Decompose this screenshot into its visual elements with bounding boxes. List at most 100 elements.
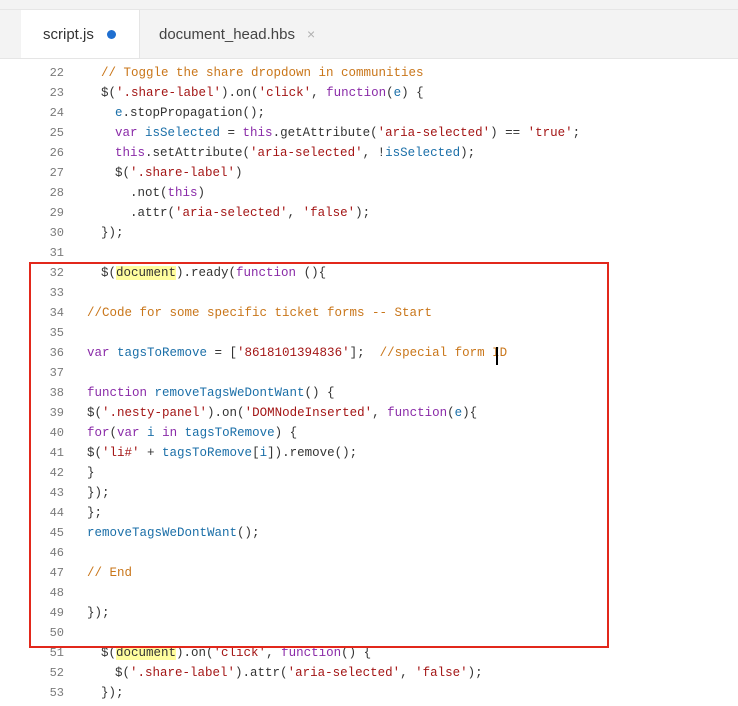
code-line[interactable]: 43}); [0,483,738,503]
code-line[interactable]: 40 for(var i in tagsToRemove) { [0,423,738,443]
close-tab-icon[interactable]: × [307,26,315,42]
code-token: 'click' [213,646,267,660]
line-number: 40 [49,426,64,440]
code-token: '.share-label' [130,666,236,680]
line-number: 27 [49,166,64,180]
code-text: $('.nesty-panel').on('DOMNodeInserted', … [87,403,477,423]
code-text: }); [87,483,110,503]
code-line[interactable]: 28 .not(this) [0,183,738,203]
code-token: this [115,146,146,160]
code-token: var [117,426,148,440]
code-line[interactable]: 47 // End [0,563,738,583]
code-token: e [393,86,402,100]
code-line[interactable]: 26 this.setAttribute('aria-selected', !is… [0,143,738,163]
code-line[interactable]: 48 [0,583,738,603]
code-token: isSelected [385,146,461,160]
code-token: $( [87,406,103,420]
code-line[interactable]: 30}); [0,223,738,243]
code-line[interactable]: 50 [0,623,738,643]
code-line[interactable]: 33 [0,283,738,303]
code-token: () { [341,646,372,660]
code-token: tagsToRemove [162,446,253,460]
tab-script-js[interactable]: script.js [21,10,140,58]
line-number: 37 [49,366,64,380]
code-line[interactable]: 31 [0,243,738,263]
code-token: ).ready( [176,266,237,280]
code-token: ) [197,186,206,200]
code-text: $('li#' + tagsToRemove[i]).remove(); [87,443,357,463]
code-line[interactable]: 46 [0,543,738,563]
code-text: for(var i in tagsToRemove) { [87,423,297,443]
line-number: 33 [49,286,64,300]
code-token: .getAttribute( [272,126,378,140]
code-token: function [387,406,448,420]
line-number: 49 [49,606,64,620]
tab-label: script.js [43,25,94,43]
code-token: }); [101,226,124,240]
code-token: this [242,126,273,140]
line-number: 26 [49,146,64,160]
code-line[interactable]: 29 .attr('aria-selected', 'false'); [0,203,738,223]
code-token: , [372,406,388,420]
code-token: [ [252,446,260,460]
tab-document-head-hbs[interactable]: document_head.hbs × [140,10,340,58]
code-line[interactable]: 24 e.stopPropagation(); [0,103,738,123]
code-line[interactable]: 44}; [0,503,738,523]
code-token: $( [101,646,117,660]
code-token: var [87,346,118,360]
code-token: tagsToRemove [117,346,208,360]
code-token: 'aria-selected' [250,146,363,160]
code-token: //Code for some specific ticket forms --… [87,306,433,320]
code-editor[interactable]: 22 // Toggle the share dropdown in commun… [0,59,738,706]
line-number: 30 [49,226,64,240]
code-token: function [281,646,342,660]
code-text: $('.share-label').attr('aria-selected', … [115,663,483,683]
line-number: 38 [49,386,64,400]
line-number: 53 [49,686,64,700]
code-token: removeTagsWeDontWant [87,526,238,540]
code-line[interactable]: 53}); [0,683,738,703]
code-line[interactable]: 39 $('.nesty-panel').on('DOMNodeInserted'… [0,403,738,423]
code-line[interactable]: 23 $('.share-label').on('click', function… [0,83,738,103]
code-token: 'DOMNodeInserted' [244,406,373,420]
code-token: //special form ID [379,346,515,360]
line-number: 32 [49,266,64,280]
code-text: } [87,463,95,483]
code-token: '.nesty-panel' [102,406,208,420]
code-line[interactable]: 27 $('.share-label') [0,163,738,183]
code-token: e [115,106,123,120]
code-text: // End [87,563,132,583]
code-token: (); [237,526,260,540]
code-token: removeTagsWeDontWant [154,386,305,400]
code-line[interactable]: 38 function removeTagsWeDontWant() { [0,383,738,403]
code-token: , [311,86,327,100]
code-line[interactable]: 32 $(document).ready(function (){ [0,263,738,283]
code-token: ) [235,166,243,180]
code-text: function removeTagsWeDontWant() { [87,383,335,403]
code-line[interactable]: 25 var isSelected = this.getAttribute('ar… [0,123,738,143]
code-line[interactable]: 45 removeTagsWeDontWant(); [0,523,738,543]
code-line[interactable]: 36 var tagsToRemove = ['8618101394836']; … [0,343,738,363]
code-token: $( [115,166,131,180]
code-token: .setAttribute( [145,146,251,160]
code-line[interactable]: 51 $(document).on('click', function() { [0,643,738,663]
code-line[interactable]: 34 //Code for some specific ticket forms … [0,303,738,323]
code-line[interactable]: 22 // Toggle the share dropdown in commun… [0,63,738,83]
code-line[interactable]: 49}); [0,603,738,623]
code-token: ).attr( [235,666,288,680]
line-number: 42 [49,466,64,480]
code-line[interactable]: 41 $('li#' + tagsToRemove[i]).remove(); [0,443,738,463]
code-line[interactable]: 35 [0,323,738,343]
code-text: removeTagsWeDontWant(); [87,523,260,543]
code-text: }); [101,223,124,243]
code-token: }); [87,486,110,500]
code-token: .stopPropagation(); [122,106,266,120]
code-line[interactable]: 42} [0,463,738,483]
code-token: = [220,126,243,140]
editor-tab-bar: script.js document_head.hbs × [0,10,738,59]
code-line[interactable]: 52 $('.share-label').attr('aria-selected'… [0,663,738,683]
line-number: 48 [49,586,64,600]
code-token: ) { [274,426,298,440]
code-token: ).on( [221,86,259,100]
code-line[interactable]: 37 [0,363,738,383]
